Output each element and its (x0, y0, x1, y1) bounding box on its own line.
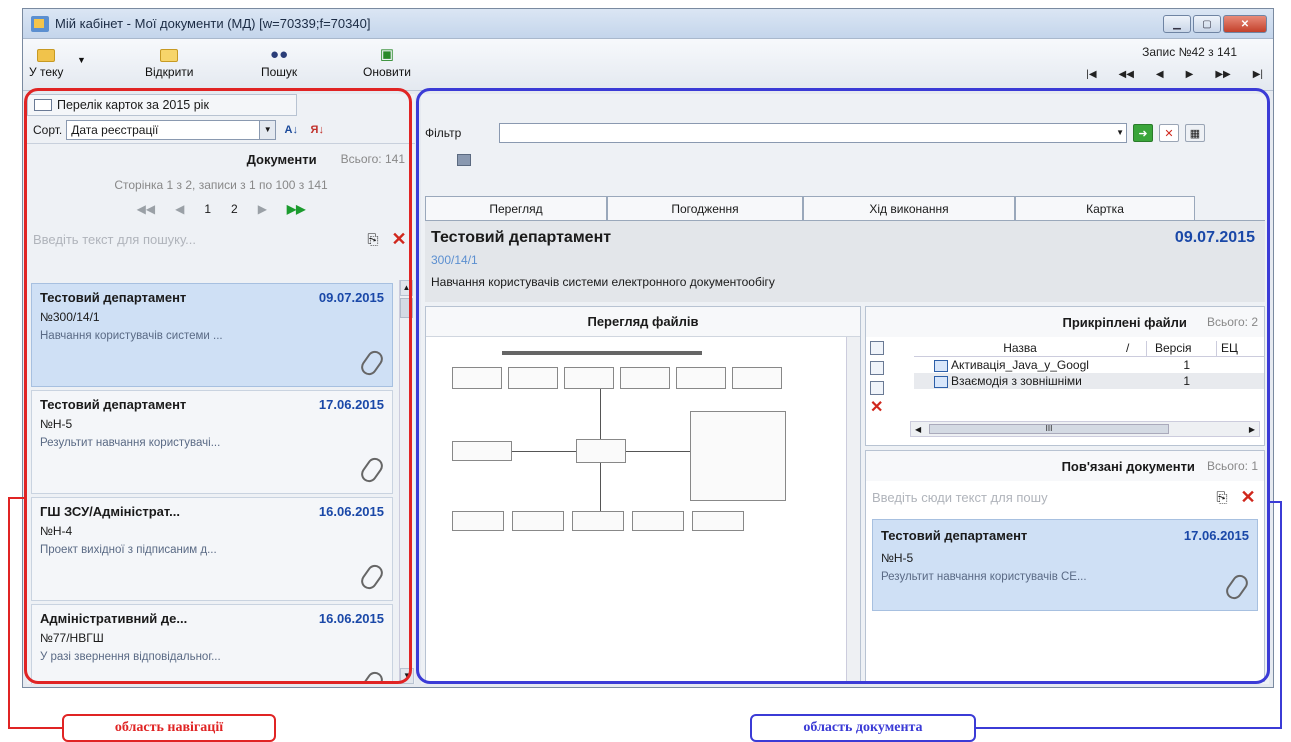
next-record-button[interactable]: ▶ (1186, 69, 1194, 80)
window-controls: ▁ ▢ ✕ (1163, 15, 1267, 33)
search-label: Пошук (261, 65, 298, 79)
toolbar: У теку ▼ Відкрити ●● Пошук ▣ Оновити Зап… (23, 39, 1273, 91)
first-record-button[interactable]: |◀ (1086, 69, 1096, 80)
to-folder-dropdown-icon[interactable]: ▼ (77, 55, 86, 65)
connector-line (976, 727, 1282, 729)
refresh-icon: ▣ (379, 46, 395, 63)
navigation-area-label: область навігації (62, 714, 276, 742)
folder-icon (37, 45, 56, 65)
open-label: Відкрити (145, 65, 194, 79)
prev-page-button[interactable]: ◀◀ (1119, 69, 1134, 80)
open-button[interactable]: Відкрити (145, 45, 194, 79)
to-folder-label: У теку (29, 65, 64, 79)
connector-line (1280, 501, 1282, 727)
refresh-label: Оновити (363, 65, 411, 79)
record-navigation: |◀ ◀◀ ◀ ▶ ▶▶ ▶| (1086, 69, 1263, 80)
prev-record-button[interactable]: ◀ (1156, 69, 1164, 80)
app-icon (31, 15, 49, 32)
window-title: Мій кабінет - Мої документи (МД) [w=7033… (55, 16, 371, 31)
search-button[interactable]: ●● Пошук (261, 45, 297, 79)
to-folder-button[interactable]: У теку (29, 45, 63, 79)
refresh-button[interactable]: ▣ Оновити (363, 45, 411, 79)
close-button[interactable]: ✕ (1223, 15, 1267, 33)
next-page-button[interactable]: ▶▶ (1215, 69, 1230, 80)
minimize-button[interactable]: ▁ (1163, 15, 1191, 33)
connector-line (8, 497, 24, 499)
binoculars-icon: ●● (270, 46, 289, 63)
connector-line (1270, 501, 1282, 503)
navigation-area-outline (24, 88, 412, 684)
open-folder-icon (160, 45, 179, 65)
last-record-button[interactable]: ▶| (1253, 69, 1263, 80)
title-bar: Мій кабінет - Мої документи (МД) [w=7033… (23, 9, 1273, 39)
connector-line (8, 497, 10, 727)
record-counter: Запис №42 з 141 (1142, 45, 1237, 59)
document-area-label: область документа (750, 714, 976, 742)
document-area-outline (416, 88, 1270, 684)
connector-line (8, 727, 62, 729)
maximize-button[interactable]: ▢ (1193, 15, 1221, 33)
